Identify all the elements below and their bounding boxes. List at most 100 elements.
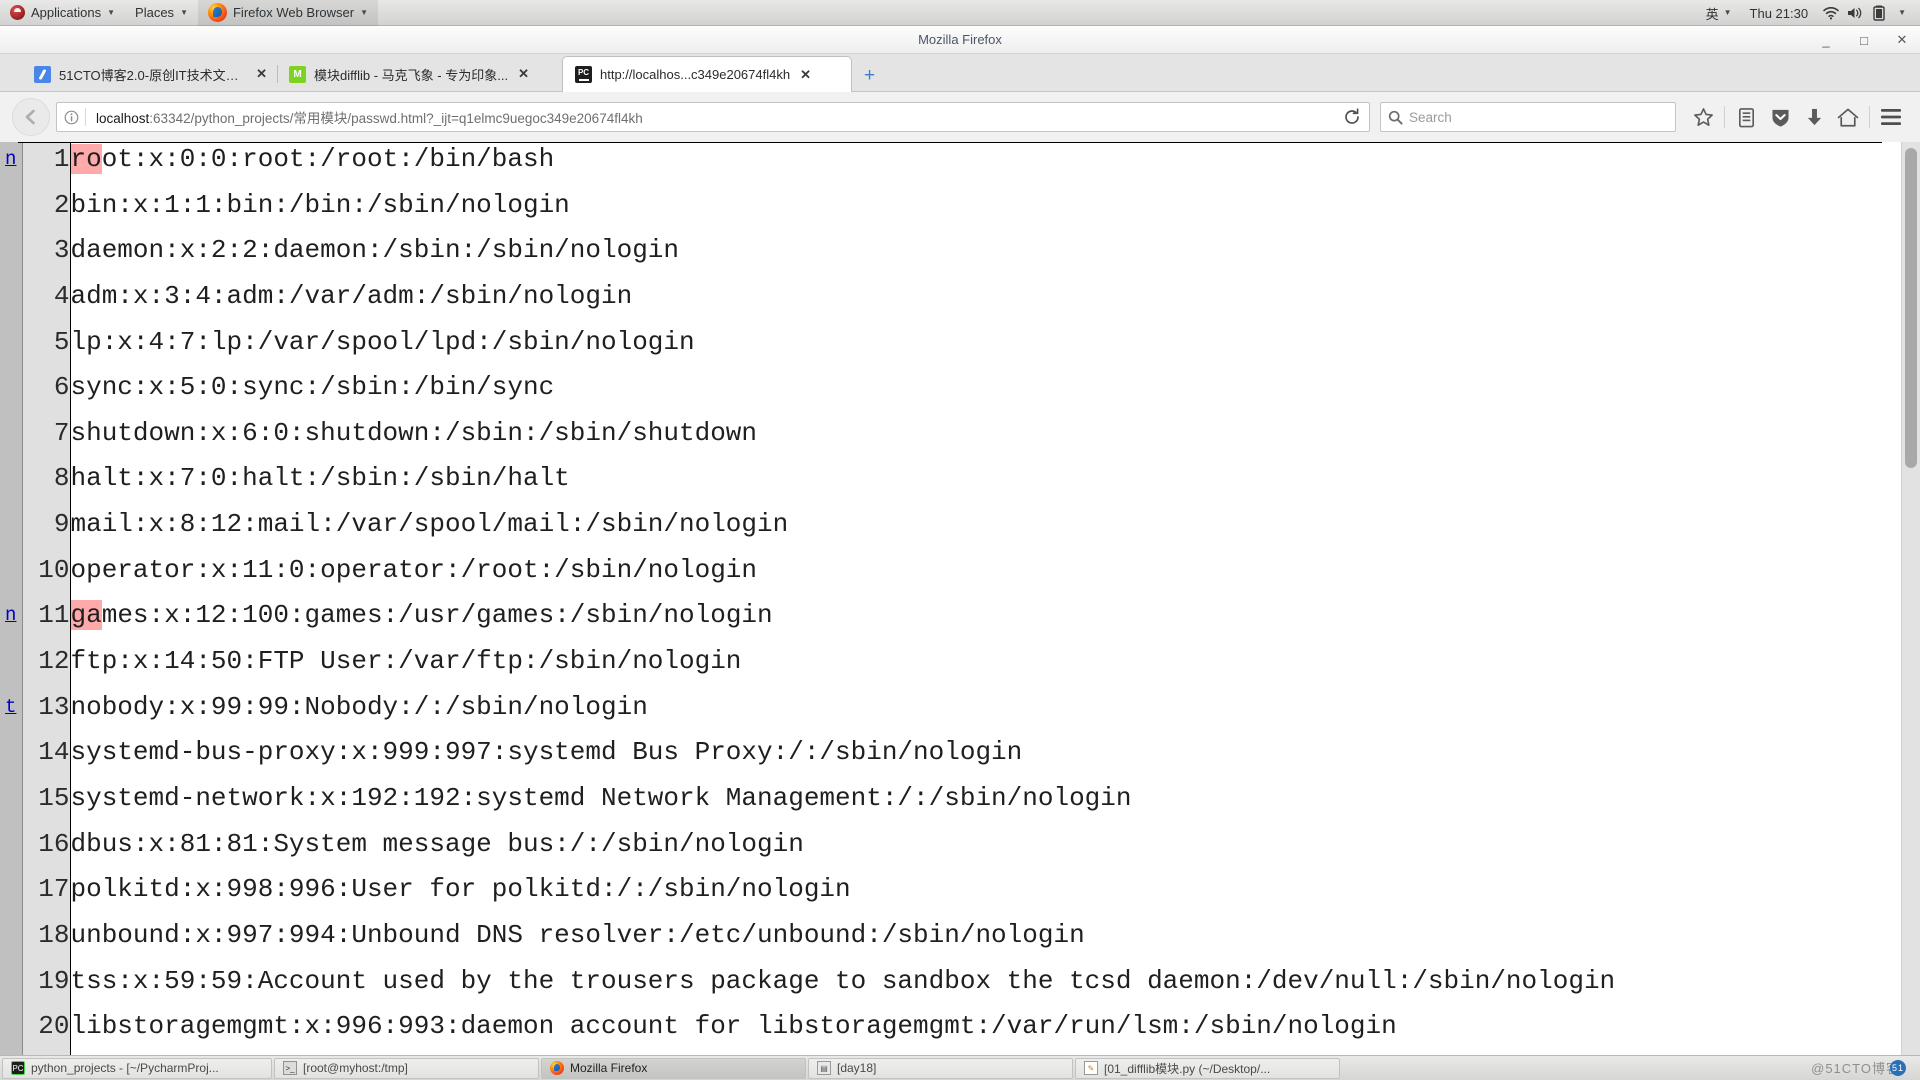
diff-line-text: lp:x:4:7:lp:/var/spool/lpd:/sbin/nologin <box>70 325 1901 371</box>
diff-text-plain: bin:x:1:1:bin:/bin:/sbin/nologin <box>70 189 570 220</box>
diff-text-plain: polkitd:x:998:996:User for polkitd:/:/sb… <box>70 874 851 905</box>
firefox-window: Mozilla Firefox _ □ ✕ 51CTO博客2.0-原创IT技术文… <box>0 26 1920 1055</box>
toolbar-divider <box>1724 106 1725 128</box>
toolbar-divider <box>1869 106 1870 128</box>
pycharm-icon: PC <box>575 66 592 83</box>
tab-localhost-passwd[interactable]: PC http://localhos...c349e20674fl4kh ✕ <box>562 56 852 92</box>
diff-nav-empty <box>0 963 23 1010</box>
tab-close-icon[interactable]: ✕ <box>798 67 811 83</box>
diff-line-text: bin:x:1:1:bin:/bin:/sbin/nologin <box>70 188 1901 234</box>
diff-nav-link[interactable]: n <box>0 142 23 188</box>
firefox-window-menu-label: Firefox Web Browser <box>232 5 355 20</box>
diff-nav-empty <box>0 872 23 918</box>
diff-line-text: systemd-network:x:192:192:systemd Networ… <box>70 781 1901 827</box>
diff-line-number: 8 <box>22 461 71 508</box>
diff-nav-anchor[interactable]: n <box>5 148 16 170</box>
desktop-taskbar: PC python_projects - [~/PycharmProj... >… <box>0 1055 1920 1080</box>
url-bar[interactable]: localhost:63342/python_projects/常用模块/pas… <box>56 102 1370 132</box>
diff-line-number: 12 <box>22 644 71 690</box>
diff-row: 2 bin:x:1:1:bin:/bin:/sbin/nologin <box>0 187 1901 234</box>
diff-row: 12 ftp:x:14:50:FTP User:/var/ftp:/sbin/no… <box>0 644 1901 690</box>
diff-line-number: 2 <box>22 187 71 234</box>
diff-nav-anchor[interactable]: t <box>5 696 16 718</box>
diff-line-text: nobody:x:99:99:Nobody:/:/sbin/nologin <box>70 690 1901 736</box>
pocket-shield-icon[interactable] <box>1763 100 1797 134</box>
diff-nav-empty <box>0 233 23 279</box>
places-menu-label: Places <box>135 5 175 20</box>
new-tab-button[interactable]: + <box>852 65 887 91</box>
taskbar-item-terminal[interactable]: >_ [root@myhost:/tmp] <box>274 1057 539 1079</box>
diff-nav-empty <box>0 826 23 873</box>
search-bar[interactable]: Search <box>1380 102 1676 132</box>
diff-nav-empty <box>0 461 23 508</box>
diff-nav-empty <box>0 552 23 599</box>
feather-icon <box>34 65 51 83</box>
taskbar-item-difflib-py[interactable]: ✎ [01_difflib模块.py (~/Desktop/... <box>1075 1057 1340 1079</box>
diff-text-plain: ftp:x:14:50:FTP User:/var/ftp:/sbin/nolo… <box>70 646 742 677</box>
input-method-indicator[interactable]: 英 ▼ <box>1700 0 1738 26</box>
url-host: localhost <box>96 111 150 126</box>
diff-line-text: halt:x:7:0:halt:/sbin:/sbin/halt <box>70 461 1901 507</box>
home-icon[interactable] <box>1831 100 1865 134</box>
applications-menu[interactable]: Applications ▼ <box>0 0 125 26</box>
close-button[interactable]: ✕ <box>1894 32 1910 48</box>
taskbar-item-firefox[interactable]: Mozilla Firefox <box>541 1057 806 1079</box>
diff-nav-link[interactable]: n <box>0 598 23 645</box>
diff-changed-text: ro <box>70 144 102 174</box>
tab-maxiang[interactable]: M 模块difflib - 马克飞象 - 专为印象... ✕ <box>277 57 562 91</box>
tray-menu-chevron-icon[interactable]: ▼ <box>1892 9 1912 17</box>
scrollbar-thumb[interactable] <box>1905 148 1917 468</box>
diff-text-plain: halt:x:7:0:halt:/sbin:/sbin/halt <box>70 463 570 494</box>
applications-menu-label: Applications <box>31 5 102 20</box>
info-icon[interactable] <box>57 110 85 125</box>
watermark-label: @51CTO博客 <box>1811 1061 1900 1076</box>
clock-label: Thu 21:30 <box>1749 5 1809 21</box>
bookmark-star-icon[interactable] <box>1686 100 1720 134</box>
chevron-down-icon: ▼ <box>1723 8 1732 17</box>
diff-text-plain: nobody:x:99:99:Nobody:/:/sbin/nologin <box>70 691 648 722</box>
clock[interactable]: Thu 21:30 <box>1740 0 1819 26</box>
diff-line-number: 17 <box>22 872 71 918</box>
diff-line-number: 4 <box>22 278 71 325</box>
diff-line-number: 15 <box>22 780 71 827</box>
back-arrow-icon[interactable] <box>12 98 50 136</box>
search-input[interactable]: Search <box>1409 110 1452 125</box>
diff-line-text: libstoragemgmt:x:996:993:daemon account … <box>70 1009 1901 1055</box>
diff-text-plain: libstoragemgmt:x:996:993:daemon account … <box>70 1011 1397 1042</box>
taskbar-item-day18[interactable]: ▤ [day18] <box>808 1057 1073 1079</box>
diff-line-number: 3 <box>22 233 71 279</box>
firefox-window-menu[interactable]: Firefox Web Browser ▼ <box>197 0 379 26</box>
tab-close-icon[interactable]: ✕ <box>516 66 529 82</box>
chevron-down-icon: ▼ <box>360 7 369 17</box>
diff-row: 17 polkitd:x:998:996:User for polkitd:/:/… <box>0 872 1901 918</box>
tab-close-icon[interactable]: ✕ <box>254 66 267 82</box>
system-tray: 英 ▼ Thu 21:30 ▼ <box>1700 0 1920 26</box>
page-content: n 1 root:x:0:0:root:/root:/bin/bash 2 bin:x:… <box>0 142 1920 1055</box>
reload-icon[interactable] <box>1335 108 1369 126</box>
tab-label: http://localhos...c349e20674fl4kh <box>600 67 791 82</box>
taskbar-item-pycharm[interactable]: PC python_projects - [~/PycharmProj... <box>2 1057 272 1079</box>
diff-row: 9 mail:x:8:12:mail:/var/spool/mail:/sbin/… <box>0 507 1901 553</box>
url-text[interactable]: localhost:63342/python_projects/常用模块/pas… <box>86 107 1335 127</box>
minimize-button[interactable]: _ <box>1818 33 1834 48</box>
diff-line-text: mail:x:8:12:mail:/var/spool/mail:/sbin/n… <box>70 507 1901 553</box>
places-menu[interactable]: Places ▼ <box>125 0 198 26</box>
maximize-button[interactable]: □ <box>1856 33 1872 48</box>
diff-nav-empty <box>0 278 23 325</box>
diff-nav-link[interactable]: t <box>0 689 23 736</box>
diff-line-number: 9 <box>22 507 71 553</box>
maxiang-icon: M <box>289 65 306 83</box>
diff-table-body: n 1 root:x:0:0:root:/root:/bin/bash 2 bin:x:… <box>0 142 1901 1055</box>
tab-51cto[interactable]: 51CTO博客2.0-原创IT技术文章... ✕ <box>22 57 277 91</box>
input-method-label: 英 <box>1705 6 1719 22</box>
volume-icon[interactable] <box>1844 0 1866 26</box>
wifi-icon[interactable] <box>1820 0 1842 26</box>
reader-list-icon[interactable] <box>1729 100 1763 134</box>
hamburger-menu-icon[interactable] <box>1874 100 1908 134</box>
diff-line-number: 6 <box>22 370 71 416</box>
diff-row: 7 shutdown:x:6:0:shutdown:/sbin:/sbin/shu… <box>0 415 1901 462</box>
downloads-icon[interactable] <box>1797 100 1831 134</box>
battery-icon[interactable] <box>1868 0 1890 26</box>
vertical-scrollbar[interactable] <box>1901 142 1920 1055</box>
diff-nav-anchor[interactable]: n <box>5 604 16 626</box>
